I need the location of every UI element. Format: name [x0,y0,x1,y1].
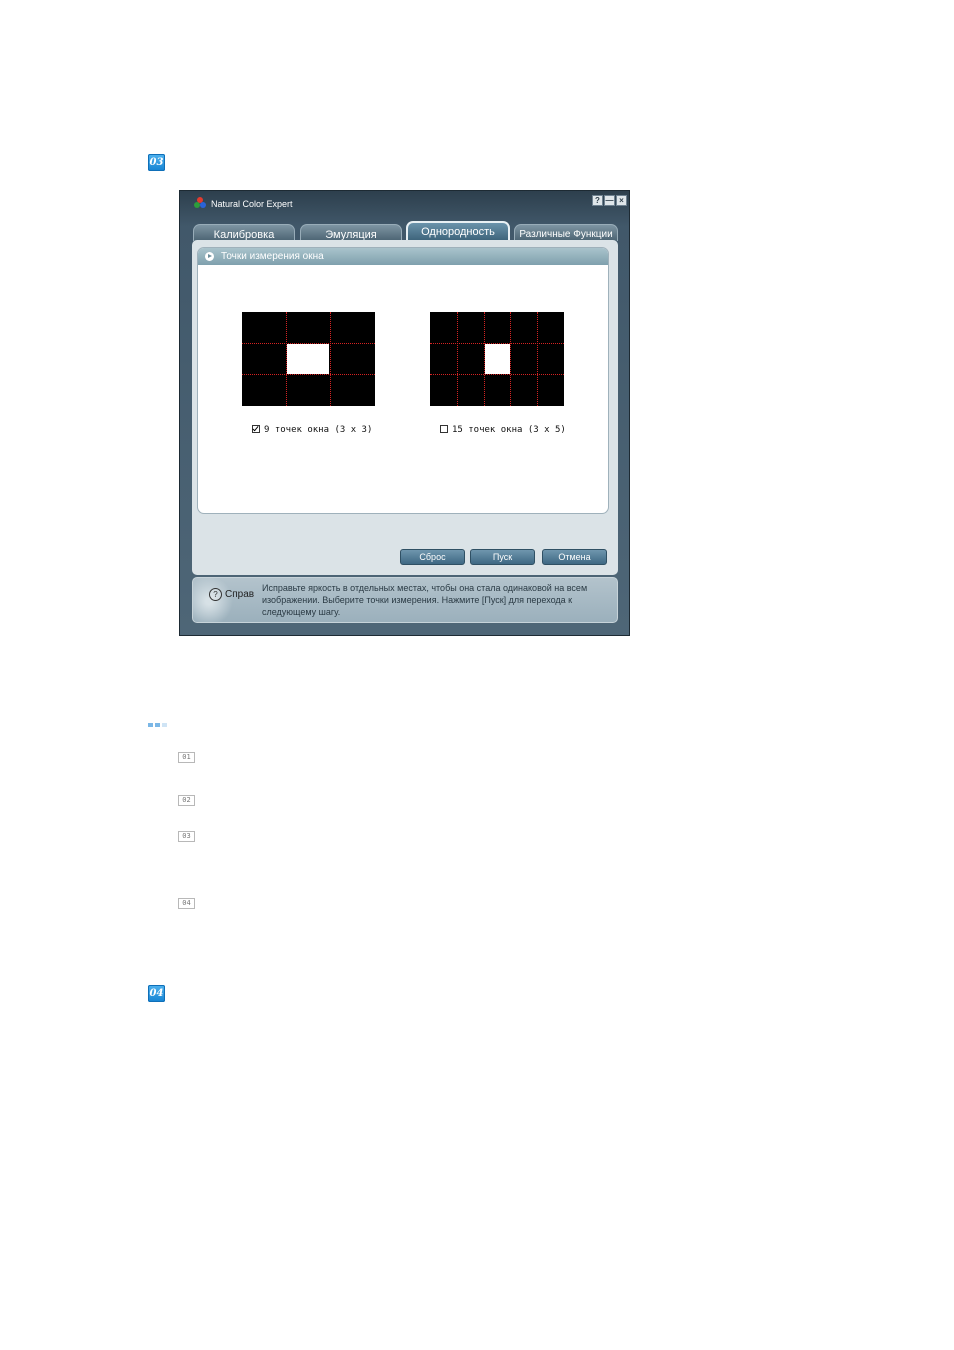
option-9-points-label: 9 точек окна (3 x 3) [264,425,373,435]
list-number-01: 01 [178,752,195,763]
step-badge-03: 03 [148,154,165,171]
list-number-04: 04 [178,898,195,909]
tab-various-functions[interactable]: Различные Функции [514,224,618,241]
option-9-points[interactable]: 9 точек окна (3 x 3) [252,425,372,435]
tab-content: Точки измерения окна 9 точек окна (3 x 3… [192,240,618,575]
grid-preview-3x3[interactable] [242,312,375,406]
checkbox-icon[interactable] [252,425,260,433]
app-logo-icon [194,197,206,209]
option-15-points-label: 15 точек окна (3 x 5) [452,425,566,435]
window-titlebar: Natural Color Expert ? — × [180,191,629,219]
center-measurement-cell [485,344,510,374]
help-label: Справ [225,589,255,600]
close-icon[interactable]: × [616,195,627,206]
checkbox-icon[interactable] [440,425,448,433]
reset-button[interactable]: Сброс [400,549,465,565]
play-icon [205,252,214,261]
tab-calibration[interactable]: Калибровка [193,224,295,241]
help-bar: ? Справ Исправьте яркость в отдельных ме… [192,577,618,623]
step-badge-04: 04 [148,985,165,1002]
question-icon: ? [209,588,222,601]
tab-uniformity[interactable]: Однородность [406,221,510,241]
panel-title: Точки измерения окна [221,251,324,262]
app-title: Natural Color Expert [211,199,293,209]
help-icon[interactable]: ? [592,195,603,206]
list-number-02: 02 [178,795,195,806]
grid-preview-3x5[interactable] [430,312,564,406]
measurement-panel: Точки измерения окна 9 точек окна (3 x 3… [197,247,609,514]
list-number-03: 03 [178,831,195,842]
cancel-button[interactable]: Отмена [542,549,607,565]
section-dots [148,712,169,731]
help-text: Исправьте яркость в отдельных местах, чт… [262,583,588,617]
panel-header: Точки измерения окна [198,248,608,265]
center-measurement-cell [287,344,329,374]
start-button[interactable]: Пуск [470,549,535,565]
tab-emulation[interactable]: Эмуляция [300,224,402,241]
app-window: Natural Color Expert ? — × Калибровка Эм… [179,190,630,636]
minimize-icon[interactable]: — [604,195,615,206]
option-15-points[interactable]: 15 точек окна (3 x 5) [440,425,566,435]
